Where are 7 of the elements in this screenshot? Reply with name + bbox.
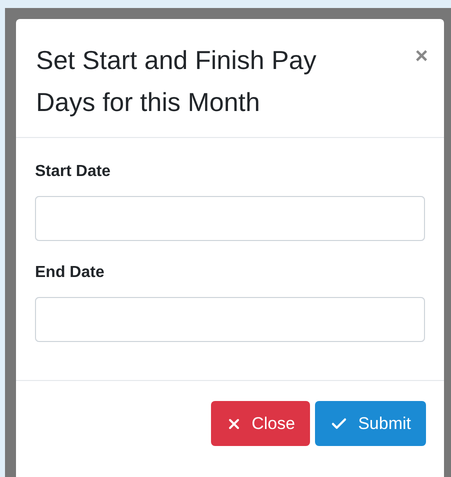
date-field[interactable] [35,297,425,342]
field-label: End Date [35,263,106,283]
close-button[interactable]: Close [210,401,310,446]
field-label: Start Date [35,162,112,182]
submit-button[interactable]: Submit [315,401,426,446]
dialog-title: Set Start and Finish Pay Days for this Month [36,44,318,119]
date-field[interactable] [35,196,425,241]
